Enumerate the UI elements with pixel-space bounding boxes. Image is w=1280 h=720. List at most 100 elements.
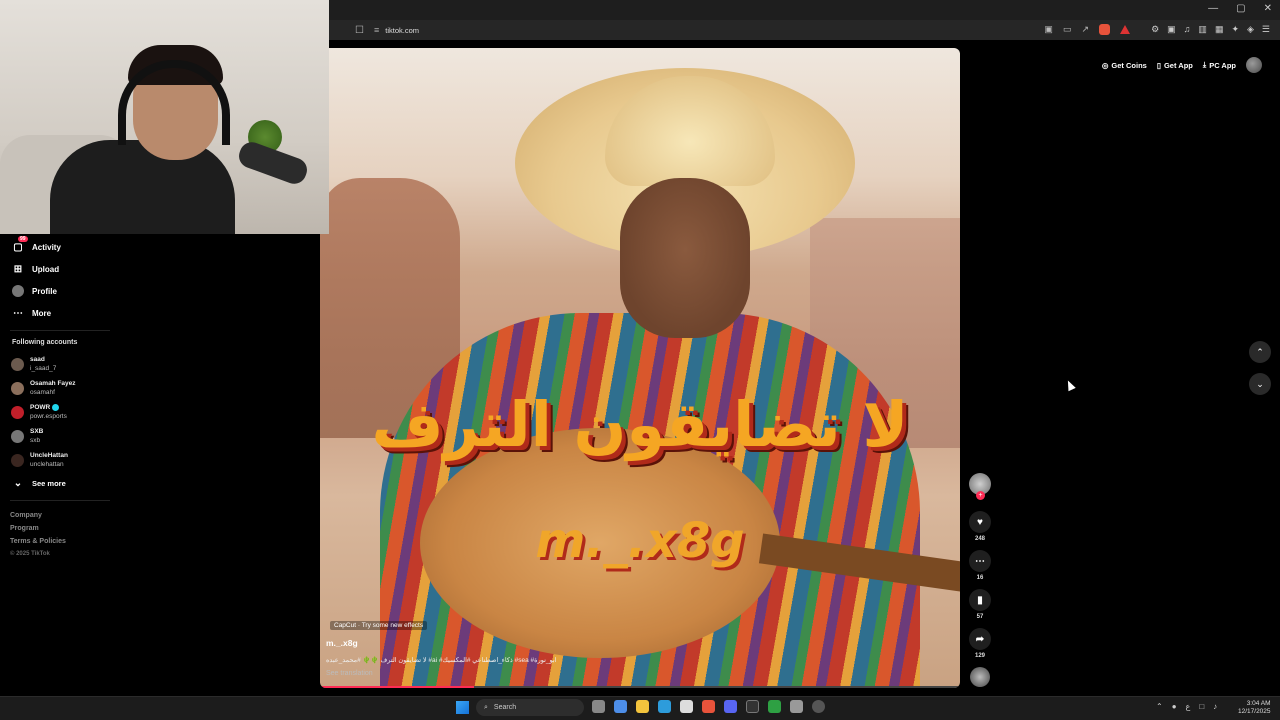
cast-icon[interactable]: ▭ bbox=[1063, 24, 1072, 35]
obs-icon[interactable] bbox=[812, 700, 825, 713]
verified-badge-icon bbox=[52, 403, 60, 411]
comment-button[interactable]: ⋯ 16 bbox=[967, 550, 993, 581]
heart-icon: ♥ bbox=[969, 511, 991, 533]
discord-icon[interactable] bbox=[724, 700, 737, 713]
brave-icon[interactable] bbox=[702, 700, 715, 713]
extensions-icon[interactable]: ⚙ bbox=[1151, 24, 1159, 35]
see-translation-link[interactable]: See translation bbox=[326, 670, 373, 677]
chevron-up-icon[interactable]: ⌃ bbox=[1156, 702, 1163, 711]
sidebar-item-activity[interactable]: ▢ 99 Activity bbox=[12, 236, 61, 253]
account-handle: i_saad_7 bbox=[30, 365, 57, 372]
network-icon[interactable]: □ bbox=[1199, 702, 1204, 711]
comment-icon: ⋯ bbox=[969, 550, 991, 572]
wallet-icon[interactable]: ▦ bbox=[1215, 24, 1224, 35]
following-account[interactable]: POWR powr.esports bbox=[11, 403, 67, 421]
microphone-icon[interactable]: ● bbox=[1172, 702, 1177, 711]
share-icon[interactable]: ↗ bbox=[1081, 24, 1089, 35]
footer-link-program[interactable]: Program bbox=[10, 522, 66, 535]
bookmark-icon[interactable]: ☐ bbox=[355, 25, 364, 36]
edge-icon[interactable] bbox=[658, 700, 671, 713]
sidebar-item-more[interactable]: ⋯ More bbox=[12, 307, 51, 319]
sidebar-item-upload[interactable]: ⊞ Upload bbox=[12, 263, 59, 275]
menu-icon[interactable]: ☰ bbox=[1262, 24, 1270, 35]
video-progress-bar[interactable] bbox=[320, 686, 960, 688]
video-overlay-text: لا تضايقون الترف bbox=[371, 388, 909, 461]
pc-app-button[interactable]: ⤓ PC App bbox=[1203, 60, 1236, 70]
vpn-icon[interactable]: ◈ bbox=[1247, 24, 1254, 35]
taskbar-search[interactable]: ⌕ Search bbox=[476, 699, 584, 716]
media-icon[interactable]: ▣ bbox=[1044, 24, 1053, 35]
footer-link-terms[interactable]: Terms & Policies bbox=[10, 535, 66, 548]
leo-icon[interactable]: ✦ bbox=[1231, 24, 1239, 35]
following-account[interactable]: SXB sxb bbox=[11, 427, 43, 445]
screenshot-icon[interactable]: ▣ bbox=[1167, 24, 1176, 35]
task-view-icon[interactable] bbox=[592, 700, 605, 713]
store-icon[interactable] bbox=[680, 700, 693, 713]
windows-start-icon[interactable] bbox=[456, 701, 469, 714]
account-handle: sxb bbox=[30, 437, 41, 444]
app-green-icon[interactable] bbox=[768, 700, 781, 713]
url-text[interactable]: tiktok.com bbox=[385, 26, 419, 35]
like-count: 248 bbox=[974, 536, 985, 542]
minimize-button[interactable]: — bbox=[1208, 3, 1218, 14]
taskbar-apps bbox=[592, 700, 825, 713]
like-button[interactable]: ♥ 248 bbox=[967, 511, 993, 542]
maximize-button[interactable]: ▢ bbox=[1236, 3, 1245, 14]
capcut-link[interactable]: CapCut · Try some new effects bbox=[330, 621, 428, 630]
share-button[interactable]: ➦ 129 bbox=[967, 628, 993, 659]
account-avatar bbox=[11, 429, 24, 443]
music-disc-icon[interactable] bbox=[970, 667, 990, 687]
window-controls: — ▢ ✕ bbox=[1208, 3, 1272, 14]
account-handle: osamahf bbox=[30, 389, 55, 396]
save-button[interactable]: ▮ 57 bbox=[967, 589, 993, 620]
copilot-icon[interactable] bbox=[614, 700, 627, 713]
user-avatar[interactable] bbox=[1246, 57, 1262, 73]
video-player[interactable]: لا تضايقون الترف m._.x8g CapCut · Try so… bbox=[320, 48, 960, 688]
brave-shields-icon[interactable] bbox=[1099, 24, 1110, 35]
previous-video-button[interactable]: ⌃ bbox=[1249, 341, 1271, 363]
footer-link-company[interactable]: Company bbox=[10, 509, 66, 522]
following-account[interactable]: UncleHattan unclehattan bbox=[11, 451, 68, 469]
following-account[interactable]: Osamah Fayez osamahf bbox=[11, 379, 76, 397]
following-account[interactable]: saad i_saad_7 bbox=[11, 355, 56, 373]
comment-count: 16 bbox=[976, 575, 984, 581]
settings-icon[interactable] bbox=[790, 700, 803, 713]
following-accounts-title: Following accounts bbox=[12, 339, 78, 346]
account-name: Osamah Fayez bbox=[30, 380, 76, 387]
brave-rewards-icon[interactable] bbox=[1120, 25, 1130, 34]
account-name: UncleHattan bbox=[30, 452, 68, 459]
chevron-up-icon: ⌃ bbox=[1256, 346, 1264, 357]
next-video-button[interactable]: ⌄ bbox=[1249, 373, 1271, 395]
tiktok-header-actions: ◎ Get Coins ▯ Get App ⤓ PC App bbox=[1102, 57, 1262, 73]
sidebar-item-profile[interactable]: Profile bbox=[12, 285, 57, 297]
site-info-icon[interactable]: ≡ bbox=[374, 25, 379, 35]
clock-date: 12/17/2025 bbox=[1238, 708, 1271, 715]
account-avatar bbox=[11, 381, 24, 395]
taskbar-clock[interactable]: 3:04 AM 12/17/2025 bbox=[1238, 700, 1271, 716]
ellipsis-icon: ⋯ bbox=[13, 307, 23, 319]
sidebar-footer: Company Program Terms & Policies © 2025 … bbox=[10, 509, 66, 561]
mouse-cursor-icon bbox=[1064, 378, 1076, 392]
music-icon[interactable]: ♫ bbox=[1184, 24, 1191, 35]
follow-plus-icon[interactable]: + bbox=[976, 491, 985, 500]
close-button[interactable]: ✕ bbox=[1264, 3, 1272, 14]
terminal-icon[interactable] bbox=[746, 700, 759, 713]
account-avatar bbox=[11, 357, 24, 371]
get-app-button[interactable]: ▯ Get App bbox=[1157, 61, 1193, 70]
get-coins-button[interactable]: ◎ Get Coins bbox=[1102, 61, 1147, 70]
see-more-button[interactable]: ⌄ See more bbox=[12, 477, 66, 489]
chevron-down-icon: ⌄ bbox=[13, 477, 23, 489]
account-name: saad bbox=[30, 356, 45, 363]
volume-icon[interactable]: ♪ bbox=[1213, 702, 1217, 711]
address-bar[interactable]: ☐ ≡ tiktok.com bbox=[329, 20, 1280, 40]
account-avatar bbox=[11, 405, 24, 419]
language-icon[interactable]: ع bbox=[1186, 702, 1191, 711]
browser-titlebar: — ▢ ✕ bbox=[329, 0, 1280, 20]
video-progress-fill bbox=[320, 686, 474, 688]
sidebar-item-label: Profile bbox=[32, 286, 57, 296]
file-explorer-icon[interactable] bbox=[636, 700, 649, 713]
sidebar-icon[interactable]: ▥ bbox=[1198, 24, 1207, 35]
profile-avatar-icon bbox=[12, 285, 24, 297]
video-author[interactable]: m._.x8g bbox=[326, 638, 358, 648]
bookmark-icon: ▮ bbox=[969, 589, 991, 611]
